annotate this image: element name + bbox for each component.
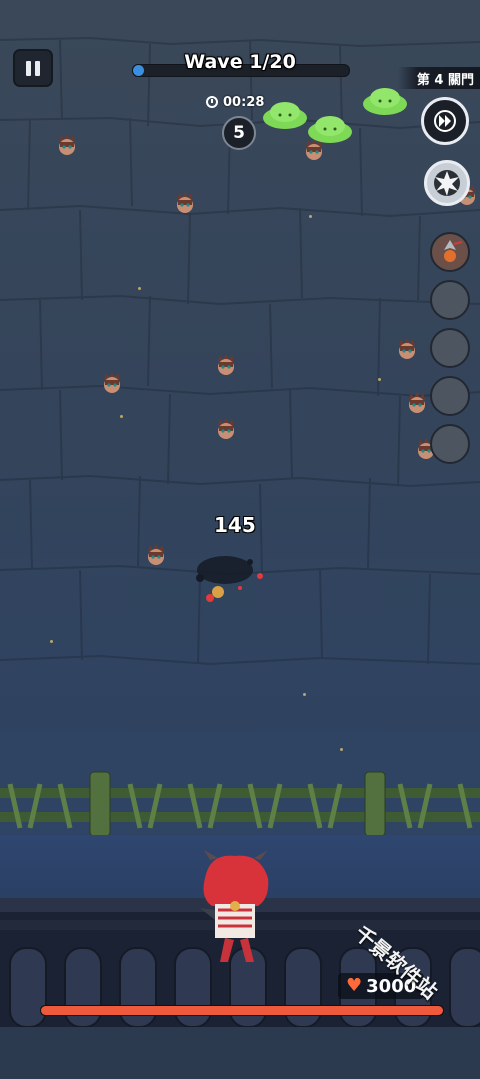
enemy-unit [59,134,75,155]
fast-forward-button[interactable] [421,97,469,145]
fast-forward-icon [434,110,456,132]
enemy-unit [218,354,234,375]
timer-value: 00:28 [223,94,265,110]
ambient-spark [378,378,381,381]
item-slot-2[interactable] [430,280,470,320]
player-hero [200,850,269,962]
pause-icon [26,60,31,76]
damage-number: 145 [214,513,256,537]
game-scene: 145 Wave 1/20 00:28 5 第 4 關門 ♥ 3000 千景软件… [0,0,480,1027]
ambient-spark [50,640,53,643]
wave-timer: 00:28 [200,93,270,111]
pause-button[interactable] [13,49,53,87]
enemy-unit [399,338,415,359]
ambient-spark [303,693,306,696]
enemy-unit [104,372,120,393]
impact-splat [196,556,263,602]
item-slot-3[interactable] [430,328,470,368]
clock-icon [206,96,218,108]
enemy-unit [218,418,234,439]
wave-label: Wave 1/20 [184,51,296,73]
pause-icon-bar [35,60,40,76]
slime-enemy [363,88,407,115]
wave-progress-fill [133,65,144,76]
bamboo-fence [0,771,480,837]
skill-button[interactable] [424,160,470,206]
enemy-unit [409,392,425,413]
item-slot-1[interactable] [430,232,470,272]
explosion-skill-icon [434,170,460,196]
fire-orb-icon [444,240,463,262]
item-slot-5[interactable] [430,424,470,464]
ambient-spark [340,748,343,751]
ambient-spark [138,287,141,290]
enemy-counter-badge: 5 [222,116,256,150]
item-slot-4[interactable] [430,376,470,416]
enemy-unit [148,544,164,565]
enemy-unit [177,192,193,213]
slime-enemy [308,116,352,143]
ambient-spark [120,415,123,418]
gate-label: 第 4 關門 [398,67,480,89]
ambient-spark [309,215,312,218]
